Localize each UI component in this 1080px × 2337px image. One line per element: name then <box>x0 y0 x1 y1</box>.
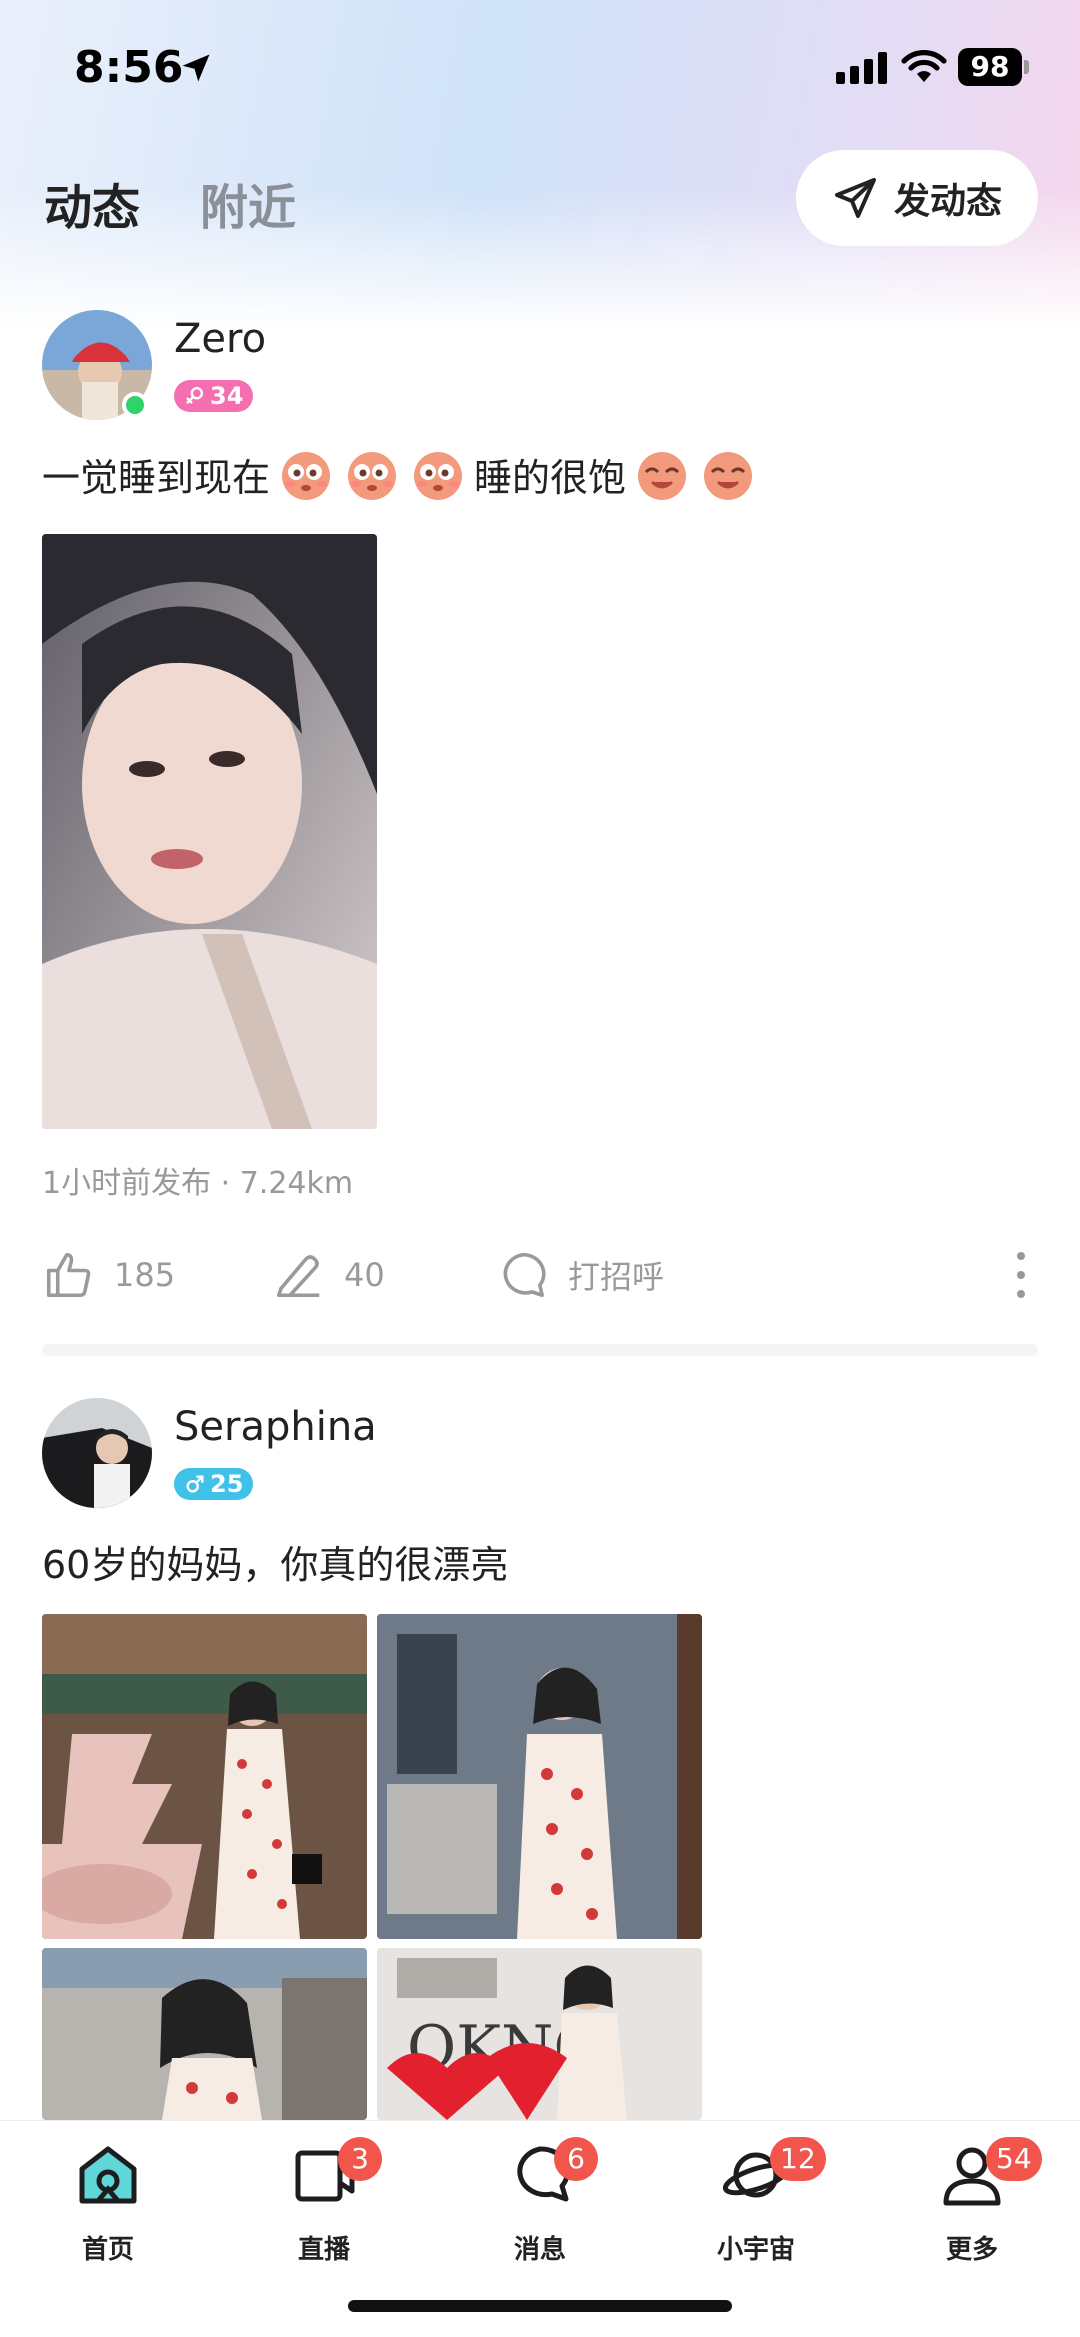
send-icon <box>834 178 876 218</box>
chat-bubble-icon <box>503 1252 546 1298</box>
male-symbol-icon <box>186 1475 204 1493</box>
nav-badge: 12 <box>770 2137 826 2181</box>
battery-tip <box>1024 60 1029 74</box>
happy-emoji-icon <box>638 452 687 500</box>
nav-label: 更多 <box>945 2235 998 2265</box>
status-time: 8:56 <box>74 42 184 93</box>
nav-badge: 6 <box>554 2137 598 2181</box>
post-text: 60岁的妈妈，你真的很漂亮 <box>42 1534 508 1589</box>
happy-emoji-icon <box>704 452 753 500</box>
tab-feed[interactable]: 动态 <box>44 168 140 238</box>
like-button[interactable]: 185 <box>42 1240 175 1310</box>
cellular-signal-icon <box>836 50 887 84</box>
nav-universe[interactable]: 12 小宇宙 <box>686 2137 826 2265</box>
publish-post-button[interactable]: 发动态 <box>796 150 1038 246</box>
blushing-emoji-icon <box>414 452 463 500</box>
post-meta: 1小时前发布 · 7.24km <box>42 1166 354 1201</box>
nav-label: 小宇宙 <box>716 2235 795 2265</box>
post-username[interactable]: Zero <box>174 316 266 362</box>
post-username[interactable]: Seraphina <box>174 1404 377 1450</box>
age-value: 25 <box>210 1470 244 1498</box>
wifi-icon <box>901 50 947 82</box>
post-photo[interactable] <box>42 534 377 1129</box>
nav-label: 消息 <box>513 2235 566 2265</box>
nav-label: 首页 <box>81 2235 134 2265</box>
battery-indicator: 98 <box>958 48 1022 86</box>
location-arrow-icon <box>182 54 210 82</box>
more-options-icon[interactable] <box>1014 1252 1028 1298</box>
nav-more[interactable]: 54 更多 <box>902 2137 1042 2265</box>
post-text-part: 睡的很饱 <box>474 455 627 500</box>
avatar[interactable] <box>42 1398 152 1508</box>
greet-label: 打招呼 <box>568 1258 665 1296</box>
age-value: 34 <box>210 382 244 410</box>
pen-icon <box>276 1255 320 1298</box>
greet-button[interactable]: 打招呼 <box>496 1240 664 1310</box>
gender-age-badge: 25 <box>174 1468 254 1500</box>
nav-live[interactable]: 3 直播 <box>254 2137 394 2265</box>
blushing-emoji-icon <box>282 452 331 500</box>
home-icon <box>79 2146 137 2204</box>
nav-messages[interactable]: 6 消息 <box>470 2137 610 2265</box>
tab-nearby[interactable]: 附近 <box>200 168 296 238</box>
post-text-part: 60岁的妈妈，你真的很漂亮 <box>42 1543 509 1587</box>
nav-label: 直播 <box>297 2235 350 2265</box>
post-text-part: 一觉睡到现在 <box>42 455 271 500</box>
post-actions: 185 40 打招呼 <box>42 1240 1038 1310</box>
comment-button[interactable]: 40 <box>272 1240 385 1310</box>
publish-post-label: 发动态 <box>893 181 1002 222</box>
female-symbol-icon <box>186 387 204 404</box>
home-indicator <box>348 2300 732 2312</box>
online-status-dot <box>122 392 148 418</box>
nav-badge: 3 <box>338 2137 382 2181</box>
post-text: 一觉睡到现在 睡的很饱 <box>42 444 758 504</box>
gender-age-badge: 34 <box>174 380 254 412</box>
nav-home[interactable]: 首页 <box>38 2139 178 2265</box>
status-bar: 8:56 98 <box>0 0 1080 130</box>
comment-count: 40 <box>344 1256 385 1294</box>
nav-badge: 54 <box>986 2137 1042 2181</box>
thumbs-up-icon <box>46 1252 91 1298</box>
blushing-emoji-icon <box>348 452 397 500</box>
post-divider <box>42 1344 1038 1356</box>
post-photo[interactable] <box>42 1948 367 2120</box>
post-photo[interactable]: OKNG <box>377 1948 702 2120</box>
post-photo[interactable] <box>377 1614 702 1939</box>
post-photo[interactable] <box>42 1614 367 1939</box>
like-count: 185 <box>114 1256 176 1294</box>
